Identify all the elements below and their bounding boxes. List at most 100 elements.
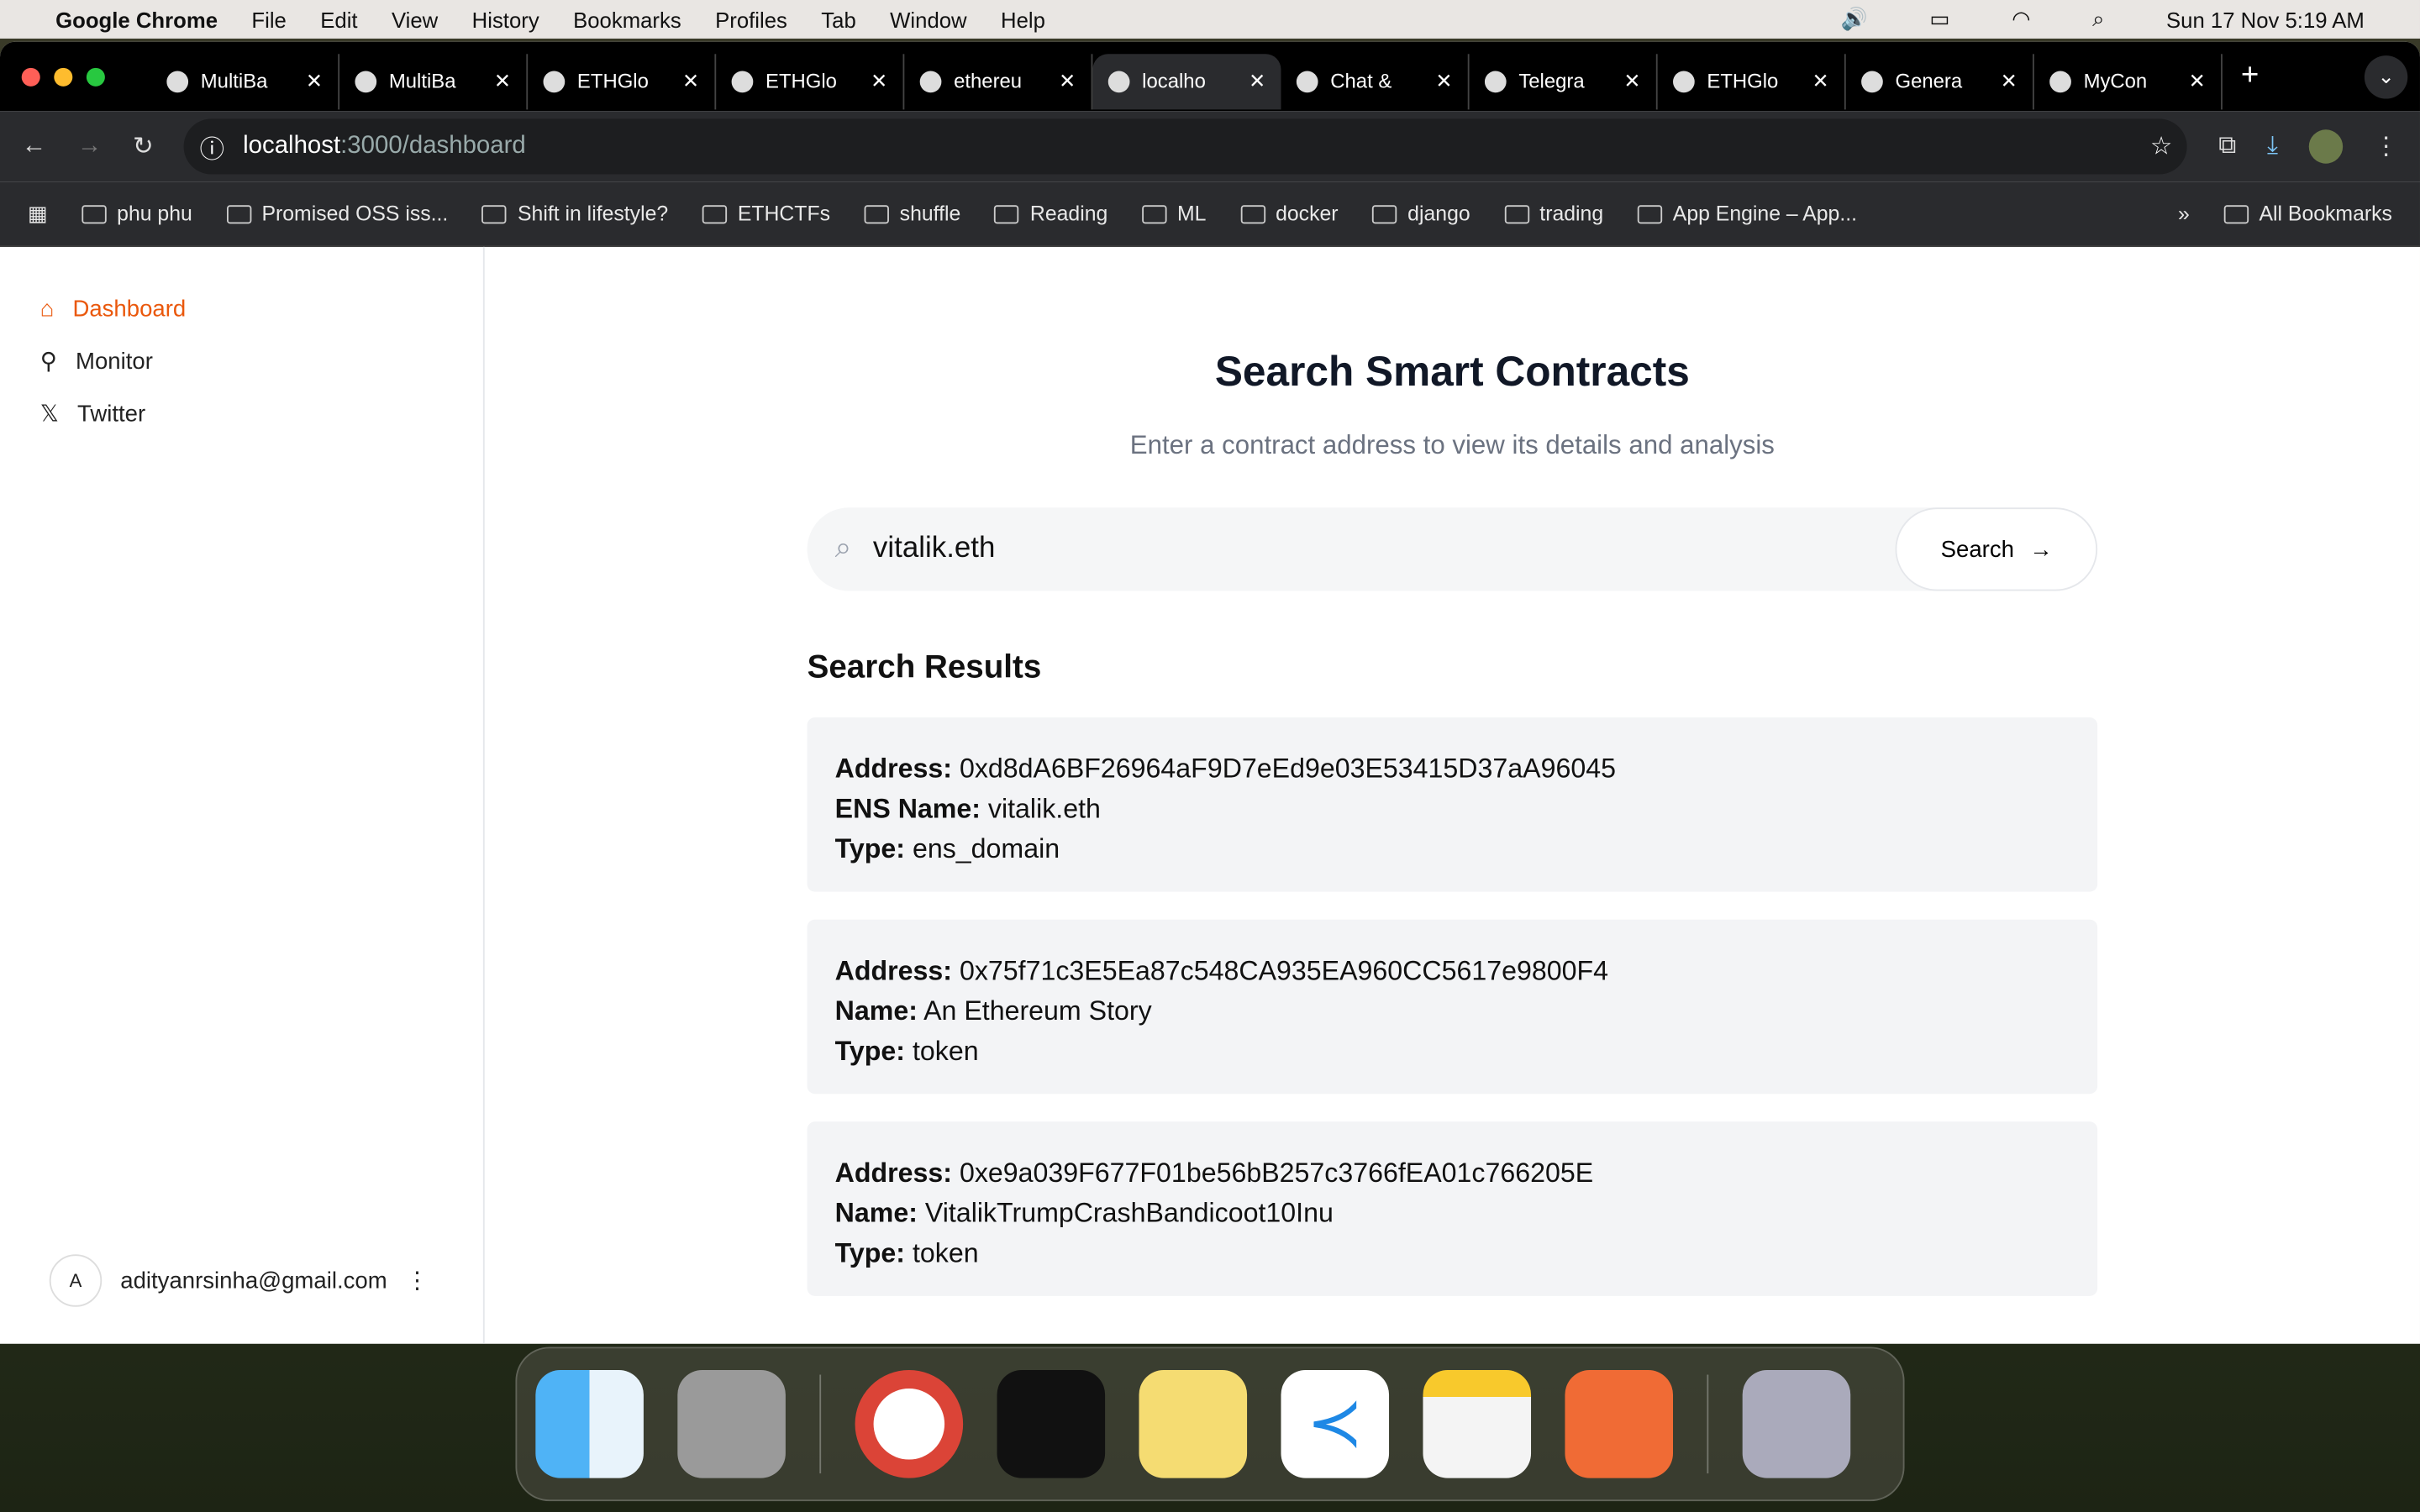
- bookmark-item[interactable]: docker: [1239, 202, 1339, 225]
- clock[interactable]: Sun 17 Nov 5:19 AM: [2166, 7, 2365, 31]
- x-logo-icon: 𝕏: [39, 401, 59, 428]
- more-options-icon[interactable]: ⋮: [406, 1267, 429, 1294]
- sidebar-item-monitor[interactable]: ⚲ Monitor: [0, 335, 483, 387]
- tab-search-button[interactable]: ⌄: [2364, 55, 2408, 98]
- menu-bookmarks[interactable]: Bookmarks: [573, 7, 681, 31]
- cursor-app-icon[interactable]: [997, 1370, 1106, 1478]
- menu-history[interactable]: History: [472, 7, 539, 31]
- menu-file[interactable]: File: [251, 7, 286, 31]
- close-tab-icon[interactable]: ✕: [494, 69, 511, 93]
- bookmark-item[interactable]: ML: [1141, 202, 1206, 225]
- name-label: Name:: [834, 1197, 918, 1229]
- search-button-label: Search: [1940, 536, 2014, 563]
- bookmark-item[interactable]: App Engine – App...: [1637, 202, 1857, 225]
- tab-7[interactable]: Telegra ✕: [1470, 53, 1658, 109]
- close-tab-icon[interactable]: ✕: [2189, 69, 2206, 93]
- chrome-icon[interactable]: [855, 1370, 964, 1478]
- close-tab-icon[interactable]: ✕: [682, 69, 699, 93]
- bookmark-star-icon[interactable]: ☆: [2150, 131, 2172, 162]
- tab-5[interactable]: localho ✕: [1092, 53, 1281, 109]
- tab-6[interactable]: Chat & ✕: [1281, 53, 1470, 109]
- spotlight-icon[interactable]: ⌕: [2092, 6, 2104, 32]
- bookmark-item[interactable]: trading: [1504, 202, 1603, 225]
- more-bookmarks-icon[interactable]: »: [2178, 202, 2190, 226]
- tab-8[interactable]: ETHGlo ✕: [1658, 53, 1846, 109]
- stickies-icon[interactable]: [1139, 1370, 1248, 1478]
- launchpad-icon[interactable]: [677, 1370, 786, 1478]
- type-value: token: [912, 1237, 979, 1268]
- battery-icon[interactable]: ▭: [1929, 6, 1949, 32]
- profile-avatar[interactable]: [2308, 129, 2344, 164]
- chrome-menu-icon[interactable]: ⋮: [2374, 131, 2398, 162]
- search-button[interactable]: Search →: [1896, 507, 2098, 591]
- close-tab-icon[interactable]: ✕: [306, 69, 323, 93]
- url-host: localhost: [243, 132, 341, 160]
- tab-2[interactable]: ETHGlo ✕: [528, 53, 717, 109]
- bookmark-item[interactable]: Shift in lifestyle?: [481, 202, 669, 226]
- close-tab-icon[interactable]: ✕: [1623, 69, 1640, 93]
- reload-icon[interactable]: ↻: [133, 131, 154, 162]
- trash-icon[interactable]: [1742, 1370, 1851, 1478]
- sidebar-item-twitter[interactable]: 𝕏 Twitter: [0, 387, 483, 439]
- bookmark-label: Promised OSS iss...: [261, 202, 449, 226]
- close-tab-icon[interactable]: ✕: [1435, 69, 1452, 93]
- wifi-icon[interactable]: ◠: [2012, 6, 2030, 32]
- minimize-window-button[interactable]: [54, 66, 73, 86]
- close-tab-icon[interactable]: ✕: [871, 69, 887, 93]
- volume-icon[interactable]: 🔊: [1841, 6, 1868, 32]
- close-tab-icon[interactable]: ✕: [1249, 69, 1265, 93]
- favicon-icon: [543, 70, 566, 92]
- finder-icon[interactable]: [535, 1370, 644, 1478]
- tab-0[interactable]: MultiBa ✕: [151, 53, 340, 109]
- result-card[interactable]: Address: 0x75f71c3E5Ea87c548CA935EA960CC…: [807, 919, 2098, 1095]
- tab-4[interactable]: ethereu ✕: [904, 53, 1093, 109]
- result-card[interactable]: Address: 0xe9a039F677F01be56bB257c3766fE…: [807, 1121, 2098, 1296]
- back-icon[interactable]: ←: [22, 133, 46, 160]
- menu-help[interactable]: Help: [1001, 7, 1045, 31]
- search-input[interactable]: vitalik.eth: [873, 533, 1875, 566]
- close-tab-icon[interactable]: ✕: [1812, 69, 1828, 93]
- notes-icon[interactable]: [1423, 1370, 1532, 1478]
- bookmark-item[interactable]: Promised OSS iss...: [226, 202, 449, 226]
- menu-tab[interactable]: Tab: [821, 7, 855, 31]
- all-bookmarks[interactable]: All Bookmarks: [2223, 202, 2392, 226]
- forward-icon[interactable]: →: [77, 133, 102, 160]
- bookmark-item[interactable]: ETHCTFs: [702, 202, 830, 225]
- close-window-button[interactable]: [21, 66, 40, 86]
- apps-grid-icon[interactable]: ▦: [28, 202, 47, 226]
- bookmark-label: Shift in lifestyle?: [517, 202, 669, 226]
- bookmark-item[interactable]: phu phu: [81, 202, 192, 225]
- postman-icon[interactable]: [1565, 1370, 1674, 1478]
- app-name[interactable]: Google Chrome: [55, 7, 218, 31]
- vscode-icon[interactable]: ≺: [1281, 1370, 1390, 1478]
- close-tab-icon[interactable]: ✕: [2001, 69, 2018, 93]
- bookmark-label: django: [1407, 202, 1470, 226]
- tab-3[interactable]: ETHGlo ✕: [716, 53, 905, 109]
- address-bar[interactable]: ⓘ localhost:3000/dashboard ☆: [184, 118, 2188, 175]
- menu-window[interactable]: Window: [890, 7, 966, 31]
- new-tab-button[interactable]: +: [2241, 59, 2259, 94]
- menu-profiles[interactable]: Profiles: [715, 7, 787, 31]
- tab-9[interactable]: Genera ✕: [1846, 53, 2034, 109]
- extensions-icon[interactable]: ⧉: [2218, 133, 2236, 160]
- user-menu[interactable]: A adityanrsinha@gmail.com ⋮: [49, 1254, 429, 1307]
- folder-icon: [1239, 204, 1265, 223]
- bookmark-item[interactable]: django: [1371, 202, 1470, 226]
- tab-1[interactable]: MultiBa ✕: [339, 53, 529, 109]
- menu-edit[interactable]: Edit: [320, 7, 357, 31]
- result-card[interactable]: Address: 0xd8dA6BF26964aF9D7eEd9e03E5341…: [807, 717, 2098, 892]
- tab-10[interactable]: MyCon ✕: [2034, 53, 2223, 109]
- all-bookmarks-label: All Bookmarks: [2259, 202, 2392, 226]
- address-label: Address:: [834, 1157, 953, 1189]
- bookmark-item[interactable]: shuffle: [864, 202, 960, 225]
- download-icon[interactable]: ⤓: [2267, 133, 2278, 160]
- zoom-window-button[interactable]: [86, 66, 105, 86]
- tab-title: Chat &: [1330, 69, 1392, 93]
- macos-menubar: Google Chrome File Edit View History Boo…: [0, 0, 2420, 39]
- sidebar-item-dashboard[interactable]: ⌂ Dashboard: [0, 284, 483, 335]
- bookmark-item[interactable]: Reading: [994, 202, 1107, 225]
- close-tab-icon[interactable]: ✕: [1059, 69, 1076, 93]
- menu-view[interactable]: View: [392, 7, 438, 31]
- favicon-icon: [166, 70, 189, 92]
- site-info-icon[interactable]: ⓘ: [200, 128, 224, 165]
